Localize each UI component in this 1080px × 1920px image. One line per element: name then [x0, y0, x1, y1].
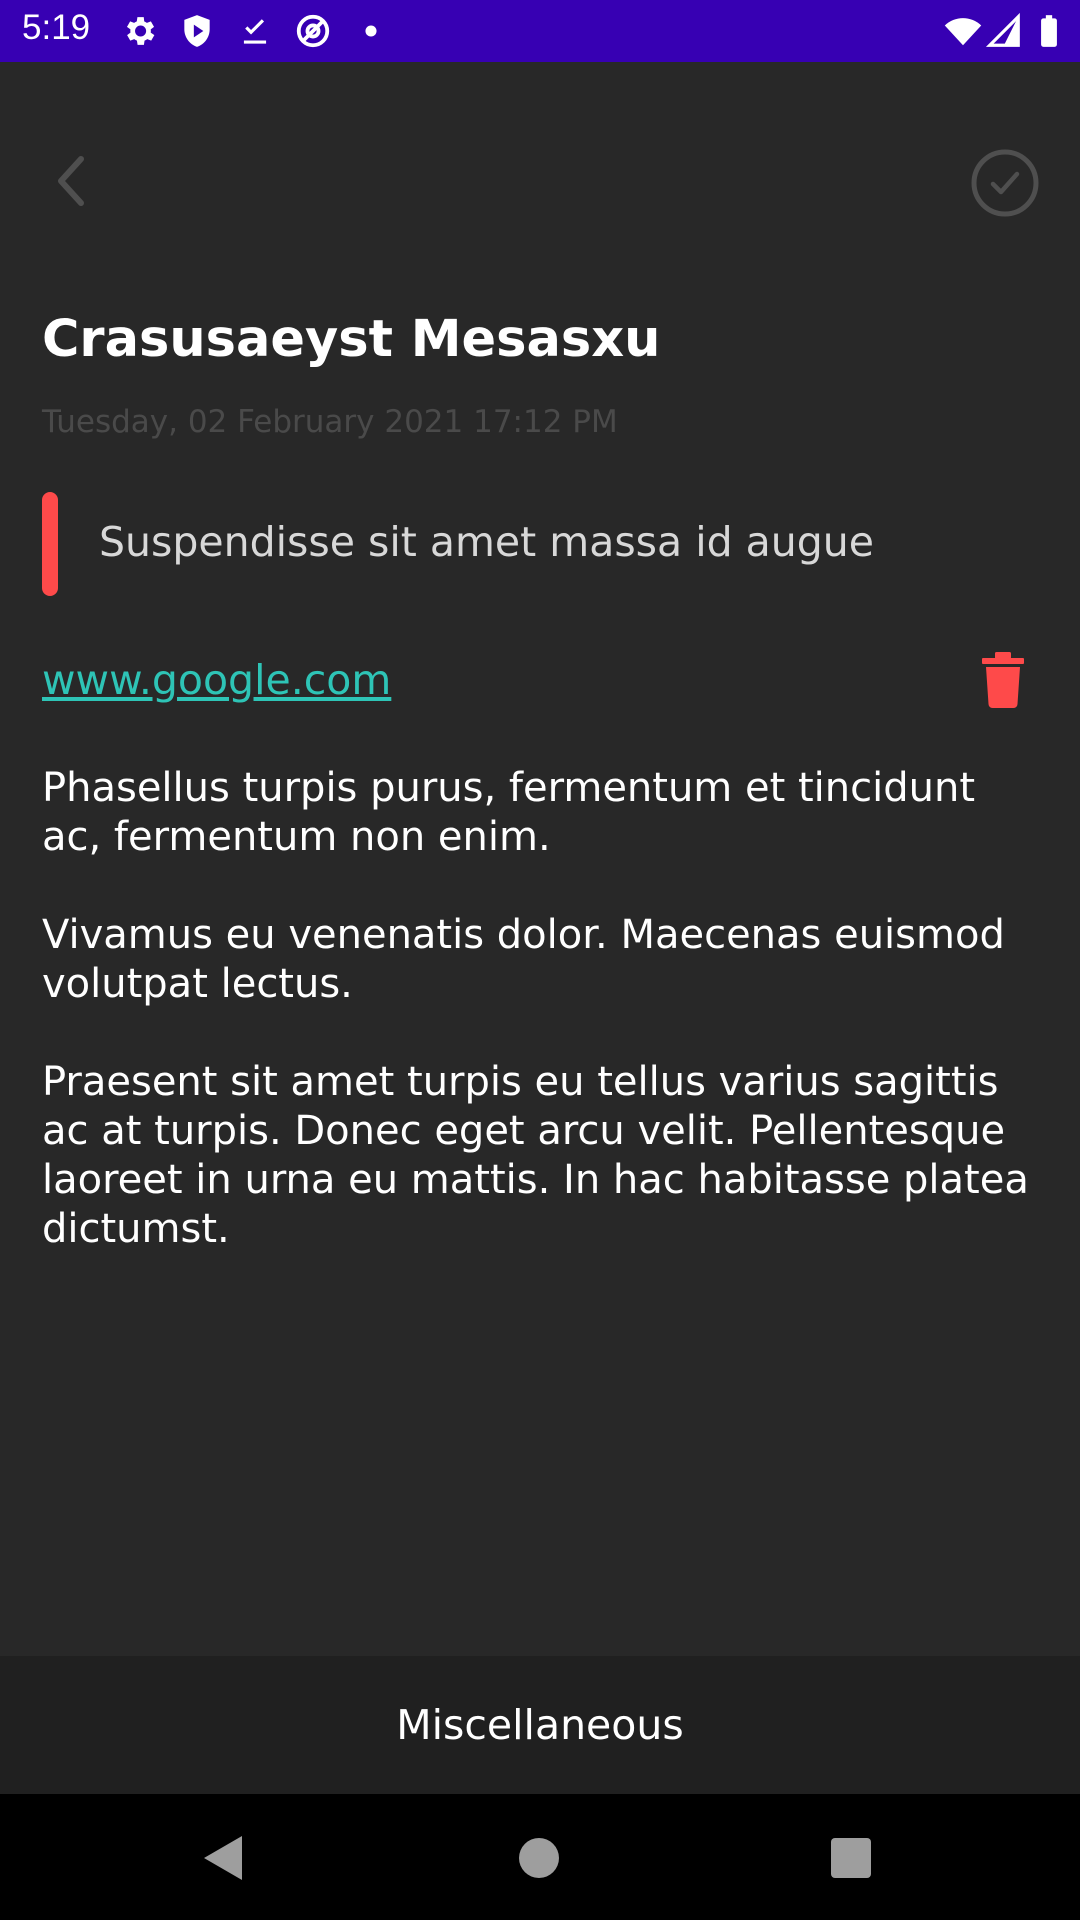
status-bar: 5:19 — [0, 0, 1080, 62]
back-button[interactable] — [40, 150, 102, 212]
nav-recents-icon[interactable] — [831, 1838, 871, 1878]
nav-back-icon[interactable] — [200, 1834, 246, 1882]
note-paragraph: Praesent sit amet turpis eu tellus variu… — [42, 1059, 1029, 1252]
check-circle-icon — [971, 149, 1039, 217]
save-done-button[interactable] — [970, 148, 1040, 218]
note-paragraph: Vivamus eu venenatis dolor. Maecenas eui… — [42, 912, 1005, 1007]
note-title[interactable]: Crasusaeyst Mesasxu — [42, 310, 660, 369]
note-body[interactable]: Phasellus turpis purus, fermentum et tin… — [42, 764, 1032, 1303]
dot-icon — [352, 12, 390, 50]
shield-play-icon — [178, 12, 216, 50]
status-time: 5:19 — [22, 8, 91, 47]
nav-home-icon[interactable] — [519, 1838, 559, 1878]
delete-url-button[interactable] — [980, 652, 1030, 708]
at-sign-icon — [294, 12, 332, 50]
category-label: Miscellaneous — [396, 1701, 684, 1749]
battery-icon — [1030, 12, 1068, 50]
category-bar[interactable]: Miscellaneous — [0, 1656, 1080, 1794]
note-paragraph: Phasellus turpis purus, fermentum et tin… — [42, 765, 976, 860]
note-subtitle-block: Suspendisse sit amet massa id augue — [42, 492, 1022, 596]
settings-icon — [120, 12, 158, 50]
web-url-link[interactable]: www.google.com — [42, 656, 391, 704]
note-date: Tuesday, 02 February 2021 17:12 PM — [42, 404, 618, 440]
note-subtitle[interactable]: Suspendisse sit amet massa id augue — [99, 518, 874, 566]
trash-icon — [982, 652, 1024, 708]
signal-icon — [985, 12, 1023, 50]
wifi-icon — [944, 12, 982, 50]
download-done-icon — [236, 12, 274, 50]
subtitle-color-indicator — [42, 492, 58, 596]
chevron-left-icon — [58, 156, 84, 206]
